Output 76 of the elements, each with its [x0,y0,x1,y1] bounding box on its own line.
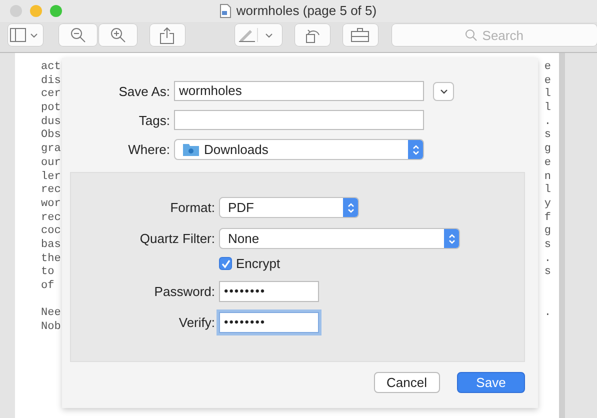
field-label: Where: [127,142,170,157]
location-popup[interactable]: Downloads [174,139,424,160]
document-text: e [544,156,551,170]
document-text: s [544,266,551,280]
document-text: cer [41,88,61,102]
input-field[interactable]: wormholes [174,81,424,101]
save-button[interactable]: Save [457,372,525,393]
document-text: act [41,61,61,75]
field-label: Save As: [118,84,170,98]
document-text: pot [41,102,61,116]
field-label: Quartz Filter: [138,231,215,246]
document-text: gra [41,143,61,157]
document-text: wor [41,198,61,212]
folder-icon [183,143,199,156]
document-text: Obs [41,129,61,144]
format-popup[interactable]: PDF [219,197,359,218]
stepper-icon [408,140,423,159]
share-icon [160,26,174,44]
checkbox-label: Encrypt [236,256,280,271]
document-text: g [544,225,551,239]
field-label: Verify: [178,315,215,330]
sidebar-icon [10,28,40,42]
stepper-icon [444,229,459,248]
field-label: Format: [169,200,215,215]
document-text: . [544,307,551,322]
document-text: s [544,129,551,144]
encrypt-checkbox[interactable] [219,257,232,270]
toolbox-button[interactable] [343,24,378,46]
document-text: Nob [41,321,61,335]
search-icon [465,29,478,41]
document-text: coc [41,225,61,239]
field-label: Tags: [138,112,170,128]
toolbox-icon [351,28,370,42]
expand-button[interactable] [433,82,454,100]
window-title: wormholes (page 5 of 5) [236,3,377,18]
rotate-button[interactable] [295,24,330,46]
document-text: f [544,212,551,226]
share-button[interactable] [150,24,185,46]
cancel-button[interactable]: Cancel [374,372,440,393]
document-text: dus [41,116,61,129]
zoom-out-icon [70,27,86,43]
document-text: the [41,252,61,266]
field-label: Password: [153,284,215,299]
document-text: to [41,266,54,280]
document-text: ler [41,170,61,184]
input-field[interactable] [174,110,424,130]
caret-icon [440,88,448,94]
zoom-in-button[interactable] [98,24,137,46]
document-text: g [544,143,551,157]
document-text: e [544,74,551,88]
document-text: . [544,252,551,266]
document-text: e [544,61,551,75]
document-text: l [544,88,551,102]
sidebar-toggle-button[interactable] [8,24,43,46]
password-field[interactable]: •••••••• [219,312,319,333]
markup-button[interactable] [234,24,282,46]
document-text: of [41,280,54,294]
document-text: l [544,102,551,116]
document-text: our [41,156,61,170]
zoom-in-icon [110,27,126,43]
quartz-filter-popup[interactable]: None [219,228,460,249]
document-text: y [544,198,551,212]
rotate-icon [304,27,321,43]
document-text: . [544,116,551,130]
document-text: s [544,238,551,253]
stepper-icon [343,198,358,217]
document-text: l [544,184,551,198]
password-field[interactable]: •••••••• [219,281,319,302]
document-text: rec [41,212,61,226]
document-text: n [544,170,551,184]
document-text: bas [41,238,61,253]
zoom-out-button[interactable] [58,24,97,46]
document-text: rec [41,184,61,198]
document-text: dis [41,74,61,88]
document-text: Nee [41,307,61,321]
document-icon [220,4,232,18]
